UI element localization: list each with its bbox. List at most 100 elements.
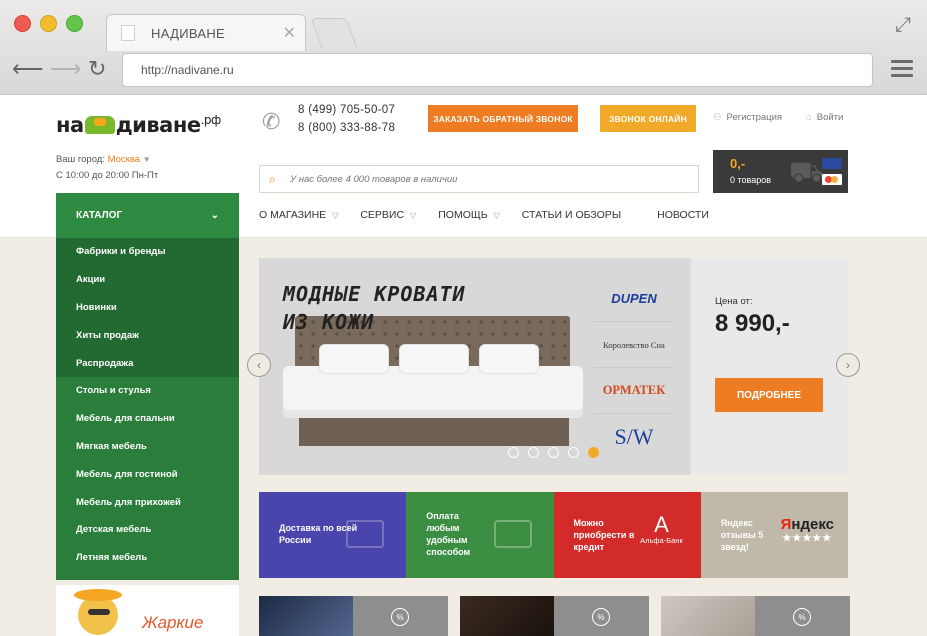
tile-credit[interactable]: Можно приобрести в кредит А Альфа-Банк <box>553 492 701 578</box>
catalog-header[interactable]: КАТАЛОГ ⌄ <box>56 193 239 238</box>
nav-label: СЕРВИС <box>360 209 405 221</box>
nav-item-articles[interactable]: СТАТЬИ И ОБЗОРЫ <box>522 209 621 221</box>
nav-item-about[interactable]: О МАГАЗИНЕ ▽ <box>259 209 338 221</box>
promo-text: Жаркие <box>142 613 204 632</box>
yandex-wordmark-first: Я <box>780 516 792 533</box>
nav-label: НОВОСТИ <box>657 209 709 221</box>
city-label: Ваш город: <box>56 154 105 165</box>
alfa-a-icon: А <box>654 512 669 537</box>
back-arrow-icon[interactable]: ⟵ <box>12 58 44 80</box>
product-card[interactable]: % <box>460 596 649 636</box>
sofa-icon <box>84 116 115 134</box>
phone-number-1[interactable]: 8 (499) 705-50-07 <box>298 104 395 116</box>
hero-slider[interactable]: МОДНЫЕ КРОВАТИ ИЗ КОЖИ DUPEN Королевство… <box>259 258 848 475</box>
catalog-item-living[interactable]: Мебель для гостиной <box>56 460 239 488</box>
phone-number-2[interactable]: 8 (800) 333-88-78 <box>298 122 395 134</box>
new-tab-button[interactable] <box>310 18 358 48</box>
close-window-button[interactable] <box>14 15 31 32</box>
brand-korolevstvo-sna[interactable]: Королевство Сна <box>594 322 674 368</box>
tile-yandex[interactable]: Яндекс отзывы 5 звезд! Яндекс ★★★★★ <box>700 492 848 578</box>
browser-menu-icon[interactable] <box>891 60 913 81</box>
discount-panel: % <box>353 596 448 636</box>
catalog-item-clearance[interactable]: Распродажа <box>56 349 239 377</box>
pillow <box>479 344 539 374</box>
tile-payment-text: Оплата любым удобным способом <box>426 511 471 557</box>
product-card[interactable]: % <box>259 596 448 636</box>
fullscreen-icon[interactable]: ⤢ <box>895 14 911 37</box>
forward-arrow-icon[interactable]: ⟶ <box>50 58 82 80</box>
catalog-item-brands[interactable]: Фабрики и бренды <box>56 238 239 266</box>
tab-close-icon[interactable]: ✕ <box>283 23 296 43</box>
discount-panel: % <box>554 596 649 636</box>
price-label: Цена от: <box>715 296 753 307</box>
brand-dupen[interactable]: DUPEN <box>594 276 674 322</box>
slider-dot-active[interactable] <box>588 447 599 458</box>
login-link[interactable]: ⌂ Войти <box>806 112 843 123</box>
site-logo[interactable]: на диване.рф <box>56 113 221 137</box>
catalog-item-hall[interactable]: Мебель для прихожей <box>56 488 239 516</box>
working-hours: С 10:00 до 20:00 Пн-Пт <box>56 170 159 181</box>
address-bar[interactable] <box>122 53 873 87</box>
browser-tab[interactable]: НАДИВАНЕ ✕ <box>106 14 306 51</box>
minimize-window-button[interactable] <box>40 15 57 32</box>
nav-label: О МАГАЗИНЕ <box>259 209 327 221</box>
cart-widget[interactable]: 0,- 0 товаров ⛟ <box>713 150 848 193</box>
price-value: 8 990,- <box>715 310 790 337</box>
nav-item-service[interactable]: СЕРВИС ▽ <box>360 209 416 221</box>
slider-prev-icon[interactable]: ‹ <box>247 353 271 377</box>
headline-line-1: МОДНЫЕ КРОВАТИ <box>283 282 466 306</box>
tile-payment[interactable]: Оплата любым удобным способом <box>406 492 554 578</box>
register-link[interactable]: ⚇ Регистрация <box>713 112 782 123</box>
promo-banner[interactable]: Жаркие <box>56 585 239 636</box>
wallet-icon <box>493 520 532 548</box>
cart-total: 0,- <box>730 156 746 171</box>
catalog-item-soft[interactable]: Мягкая мебель <box>56 433 239 461</box>
catalog-item-kids[interactable]: Детская мебель <box>56 516 239 544</box>
banner-headline: МОДНЫЕ КРОВАТИ ИЗ КОЖИ <box>283 280 466 336</box>
maximize-window-button[interactable] <box>66 15 83 32</box>
catalog-item-sales[interactable]: Акции <box>56 266 239 294</box>
product-image <box>259 596 353 636</box>
mastercard-icon <box>822 174 842 185</box>
catalog-item-tables[interactable]: Столы и стулья <box>56 377 239 405</box>
url-input[interactable] <box>123 54 872 86</box>
catalog-sidebar: КАТАЛОГ ⌄ Фабрики и бренды Акции Новинки… <box>56 193 239 580</box>
alfa-bank-logo: А Альфа-Банк <box>640 512 683 546</box>
slider-dot[interactable] <box>508 447 519 458</box>
search-box[interactable]: ⌕ <box>259 165 699 193</box>
nav-item-help[interactable]: ПОМОЩЬ ▽ <box>438 209 500 221</box>
percent-icon: % <box>793 608 811 626</box>
nav-item-news[interactable]: НОВОСТИ <box>657 209 709 221</box>
callback-button[interactable]: ЗАКАЗАТЬ ОБРАТНЫЙ ЗВОНОК <box>428 105 578 132</box>
slider-dot[interactable] <box>568 447 579 458</box>
slider-dot[interactable] <box>548 447 559 458</box>
catalog-item-summer[interactable]: Летняя мебель <box>56 544 239 572</box>
login-label: Войти <box>816 112 844 123</box>
reload-icon[interactable]: ↻ <box>88 58 106 80</box>
search-icon[interactable]: ⌕ <box>269 172 276 187</box>
city-value[interactable]: Москва <box>108 154 140 165</box>
slider-next-icon[interactable]: › <box>836 353 860 377</box>
slider-dots <box>508 447 608 458</box>
favicon-icon <box>121 25 135 41</box>
online-call-button[interactable]: ЗВОНОК ОНЛАЙН <box>600 105 696 132</box>
more-button[interactable]: ПОДРОБНЕЕ <box>715 378 823 412</box>
tile-delivery[interactable]: Доставка по всей России <box>259 492 407 578</box>
product-card[interactable]: % <box>661 596 850 636</box>
city-selector[interactable]: Ваш город: Москва ▼ <box>56 154 151 165</box>
alfa-bank-label: Альфа-Банк <box>640 536 683 545</box>
catalog-top-group: Фабрики и бренды Акции Новинки Хиты прод… <box>56 238 239 377</box>
yandex-logo: Яндекс ★★★★★ <box>781 516 834 544</box>
catalog-item-hits[interactable]: Хиты продаж <box>56 321 239 349</box>
dog-illustration <box>74 589 122 635</box>
percent-icon: % <box>391 608 409 626</box>
catalog-title: КАТАЛОГ <box>76 210 123 221</box>
slider-dot[interactable] <box>528 447 539 458</box>
catalog-item-bedroom[interactable]: Мебель для спальни <box>56 405 239 433</box>
catalog-item-new[interactable]: Новинки <box>56 294 239 322</box>
search-input[interactable] <box>260 166 698 192</box>
feature-tiles: Доставка по всей России Оплата любым удо… <box>259 492 848 578</box>
pillow <box>399 344 469 374</box>
brand-ormatek[interactable]: ОРМАТЕК <box>594 368 674 414</box>
visa-icon <box>822 158 842 169</box>
